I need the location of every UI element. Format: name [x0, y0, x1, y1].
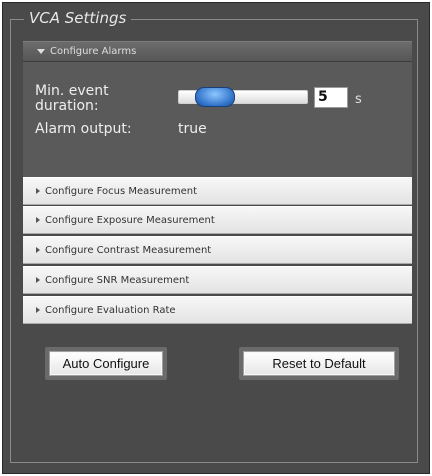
- alarms-body: [23, 62, 412, 177]
- alarm-output-label: Alarm output:: [35, 121, 132, 137]
- caret-right-icon: [36, 217, 40, 223]
- section-snr-measurement[interactable]: Configure SNR Measurement: [23, 266, 412, 294]
- caret-right-icon: [36, 307, 40, 313]
- section-label: Configure Contrast Measurement: [45, 245, 212, 256]
- alarm-output-value: true: [178, 121, 207, 137]
- configure-alarms-label: Configure Alarms: [50, 46, 137, 57]
- section-label: Configure Evaluation Rate: [45, 305, 176, 316]
- section-label: Configure Focus Measurement: [45, 186, 198, 197]
- section-evaluation-rate[interactable]: Configure Evaluation Rate: [23, 296, 412, 324]
- min-event-duration-slider-handle[interactable]: [195, 87, 235, 107]
- min-event-duration-label-line2: duration:: [35, 98, 99, 114]
- reset-to-default-button[interactable]: Reset to Default: [243, 351, 395, 376]
- section-focus-measurement[interactable]: Configure Focus Measurement: [23, 177, 412, 205]
- section-label: Configure Exposure Measurement: [45, 215, 215, 226]
- min-event-duration-input[interactable]: 5: [314, 87, 348, 108]
- caret-down-icon: [37, 48, 45, 54]
- min-event-duration-unit: s: [355, 92, 362, 107]
- section-exposure-measurement[interactable]: Configure Exposure Measurement: [23, 206, 412, 234]
- vca-settings-legend: VCA Settings: [24, 8, 132, 28]
- caret-right-icon: [36, 247, 40, 253]
- min-event-duration-label-line1: Min. event: [35, 83, 109, 99]
- caret-right-icon: [36, 188, 40, 194]
- section-contrast-measurement[interactable]: Configure Contrast Measurement: [23, 236, 412, 264]
- auto-configure-button[interactable]: Auto Configure: [49, 351, 163, 376]
- section-label: Configure SNR Measurement: [45, 275, 190, 286]
- caret-right-icon: [36, 277, 40, 283]
- configure-alarms-header[interactable]: Configure Alarms: [23, 41, 412, 62]
